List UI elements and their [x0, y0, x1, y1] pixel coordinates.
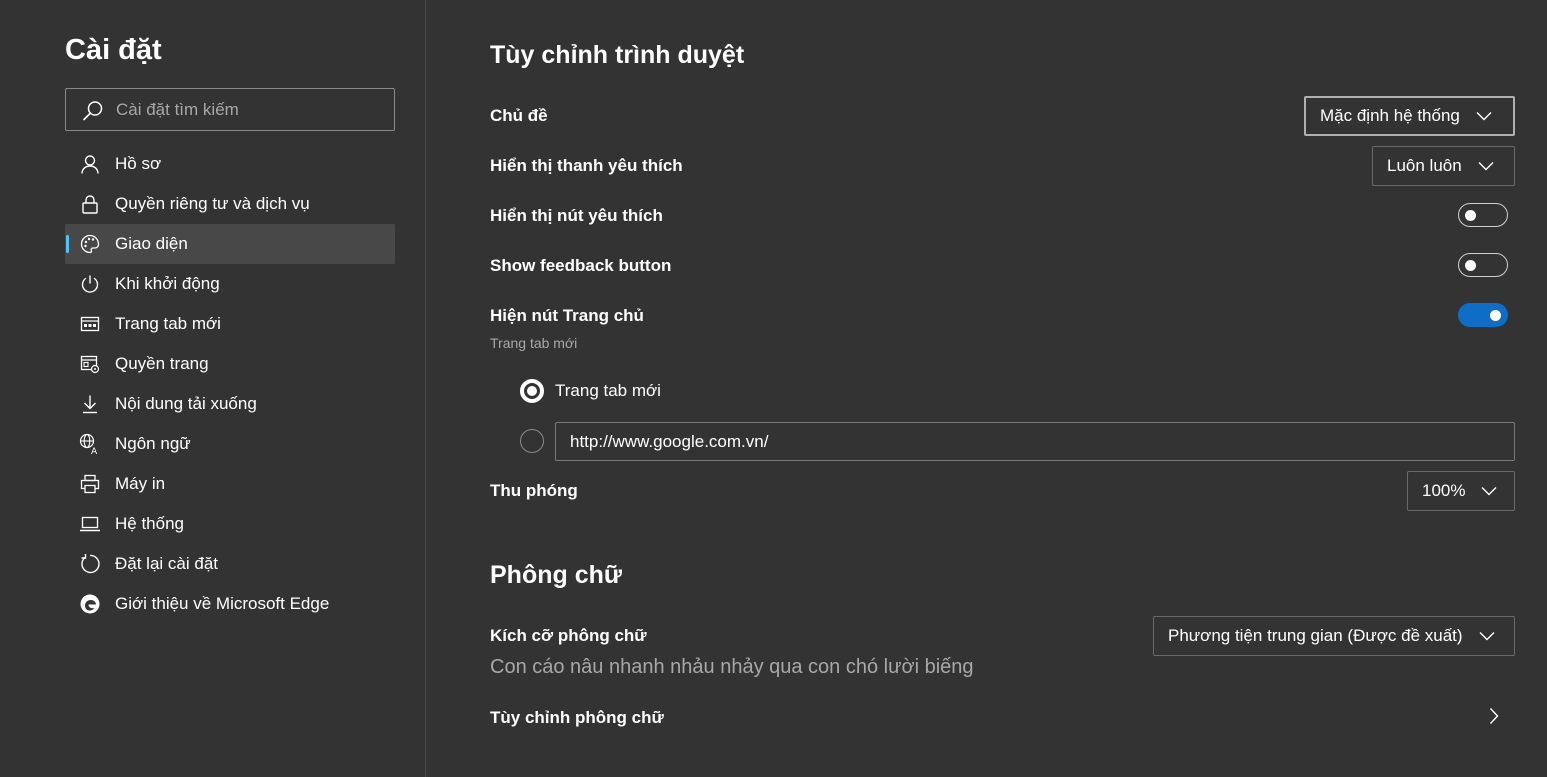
sidebar-item-profile[interactable]: Hồ sơ — [65, 144, 395, 184]
search-icon — [83, 101, 103, 121]
edge-logo-icon — [79, 593, 101, 615]
chevron-down-icon — [1479, 632, 1495, 641]
zoom-dropdown[interactable]: 100% — [1407, 471, 1515, 511]
lock-icon — [79, 193, 101, 215]
sidebar-item-label: Giới thiệu về Microsoft Edge — [115, 594, 330, 613]
language-icon: A — [79, 433, 101, 455]
sidebar-title: Cài đặt — [65, 34, 162, 66]
radio-dot — [524, 383, 540, 399]
home-button-sublabel: Trang tab mới — [490, 335, 578, 351]
sidebar-item-label: Hồ sơ — [115, 154, 162, 173]
font-size-dropdown-value: Phương tiện trung gian (Được đề xuất) — [1168, 626, 1463, 645]
theme-dropdown[interactable]: Mặc định hệ thống — [1304, 96, 1515, 136]
chevron-right-icon[interactable] — [1489, 707, 1499, 725]
sidebar-item-new-tab[interactable]: Trang tab mới — [65, 304, 395, 344]
search-input[interactable] — [116, 89, 386, 130]
customize-browser-title: Tùy chỉnh trình duyệt — [490, 41, 745, 69]
sidebar-item-label: Khi khởi động — [115, 274, 220, 293]
palette-icon — [79, 233, 101, 255]
font-size-dropdown[interactable]: Phương tiện trung gian (Được đề xuất) — [1153, 616, 1515, 656]
favorites-button-label: Hiển thị nút yêu thích — [490, 206, 663, 225]
sidebar-item-label: Trang tab mới — [115, 314, 221, 333]
chevron-down-icon — [1476, 112, 1492, 121]
favorites-bar-dropdown[interactable]: Luôn luôn — [1372, 146, 1515, 186]
sidebar-item-label: Giao diện — [115, 234, 188, 253]
power-icon — [79, 273, 101, 295]
theme-dropdown-value: Mặc định hệ thống — [1320, 106, 1460, 125]
sidebar-item-label: Quyền riêng tư và dịch vụ — [115, 194, 310, 213]
sidebar-item-about[interactable]: Giới thiệu về Microsoft Edge — [65, 584, 395, 624]
site-permissions-icon — [79, 353, 101, 375]
home-url-radio[interactable] — [520, 429, 544, 453]
home-new-tab-radio-label: Trang tab mới — [555, 381, 661, 400]
sidebar-item-languages[interactable]: A Ngôn ngữ — [65, 424, 395, 464]
font-size-label: Kích cỡ phông chữ — [490, 626, 647, 645]
home-url-input[interactable] — [555, 422, 1515, 461]
printer-icon — [79, 473, 101, 495]
toggle-knob — [1490, 310, 1501, 321]
zoom-dropdown-value: 100% — [1422, 481, 1466, 500]
profile-icon — [79, 153, 101, 175]
toggle-knob — [1465, 260, 1476, 271]
laptop-icon — [79, 513, 101, 535]
sidebar-item-label: Hệ thống — [115, 514, 184, 533]
home-button-label: Hiện nút Trang chủ — [490, 306, 644, 325]
toggle-knob — [1465, 210, 1476, 221]
sidebar-item-label: Máy in — [115, 474, 166, 493]
feedback-button-label: Show feedback button — [490, 256, 672, 275]
sidebar-item-label: Ngôn ngữ — [115, 434, 191, 453]
sidebar: Cài đặt Hồ sơ Quyền riêng tư và dịch vụ … — [0, 0, 426, 777]
download-icon — [79, 393, 101, 415]
sidebar-item-label: Quyền trang — [115, 354, 209, 373]
svg-text:A: A — [91, 447, 98, 455]
chevron-down-icon — [1481, 487, 1497, 496]
fonts-title: Phông chữ — [490, 561, 622, 589]
sidebar-item-appearance[interactable]: Giao diện — [65, 224, 395, 264]
zoom-label: Thu phóng — [490, 481, 578, 500]
favorites-button-toggle[interactable] — [1458, 203, 1508, 227]
favorites-bar-label: Hiển thị thanh yêu thích — [490, 156, 683, 175]
sidebar-item-label: Nội dung tải xuống — [115, 394, 257, 413]
reset-icon — [79, 553, 101, 575]
sidebar-item-downloads[interactable]: Nội dung tải xuống — [65, 384, 395, 424]
customize-fonts-link[interactable]: Tùy chỉnh phông chữ — [490, 708, 664, 728]
font-sample-text: Con cáo nâu nhanh nhảu nhảy qua con chó … — [490, 656, 974, 678]
favorites-bar-dropdown-value: Luôn luôn — [1387, 156, 1462, 175]
home-new-tab-radio[interactable] — [520, 379, 544, 403]
sidebar-item-system[interactable]: Hệ thống — [65, 504, 395, 544]
sidebar-item-reset[interactable]: Đặt lại cài đặt — [65, 544, 395, 584]
sidebar-item-startup[interactable]: Khi khởi động — [65, 264, 395, 304]
sidebar-nav: Hồ sơ Quyền riêng tư và dịch vụ Giao diệ… — [65, 144, 395, 624]
feedback-button-toggle[interactable] — [1458, 253, 1508, 277]
main-content: Tùy chỉnh trình duyệt Chủ đề Mặc định hệ… — [490, 0, 1515, 777]
home-button-toggle[interactable] — [1458, 303, 1508, 327]
chevron-down-icon — [1478, 162, 1494, 171]
sidebar-item-site-permissions[interactable]: Quyền trang — [65, 344, 395, 384]
sidebar-item-label: Đặt lại cài đặt — [115, 554, 218, 573]
theme-label: Chủ đề — [490, 106, 548, 125]
search-box[interactable] — [65, 88, 395, 131]
sidebar-item-privacy[interactable]: Quyền riêng tư và dịch vụ — [65, 184, 395, 224]
new-tab-icon — [79, 313, 101, 335]
sidebar-item-printers[interactable]: Máy in — [65, 464, 395, 504]
